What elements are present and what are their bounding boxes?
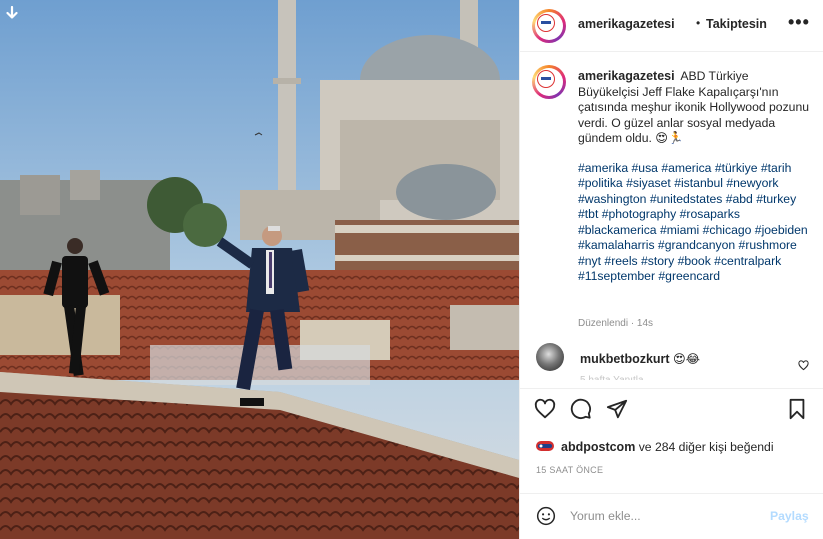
post-timestamp: 15 SAAT ÖNCE (536, 465, 604, 475)
caption: amerikagazetesi ABD Türkiye Büyükelçisi … (578, 69, 810, 285)
commenter-username[interactable]: mukbetbozkurt (580, 352, 670, 366)
download-arrow-icon[interactable] (5, 6, 19, 20)
comment-row: mukbetbozkurt 😍😂 5 hafta Yanıtla (520, 343, 823, 381)
share-paper-plane-icon[interactable] (606, 398, 628, 420)
rooftop-photo (0, 0, 519, 539)
likes-count-text[interactable]: ve 284 diğer kişi beğendi (639, 440, 774, 454)
more-options-icon[interactable]: ••• (788, 12, 810, 33)
post-comment-button[interactable]: Paylaş (770, 509, 809, 523)
profile-avatar[interactable] (532, 9, 566, 43)
liker-avatar-icon[interactable] (536, 439, 554, 453)
caption-avatar[interactable] (532, 65, 566, 99)
add-comment-bar: Paylaş (520, 493, 823, 539)
header-username[interactable]: amerikagazetesi (578, 17, 675, 31)
hashtags[interactable]: #amerika #usa #america #türkiye #tarih #… (578, 161, 810, 285)
comment-text: 😍😂 (672, 352, 700, 366)
comment-like-heart-icon[interactable] (798, 360, 809, 371)
comment-bubble-icon[interactable] (570, 398, 592, 420)
likes-summary: abdpostcom ve 284 diğer kişi beğendi (536, 437, 816, 457)
separator-dot: • (696, 16, 701, 30)
like-heart-icon[interactable] (534, 398, 556, 420)
save-bookmark-icon[interactable] (786, 398, 808, 420)
post-sidebar: amerikagazetesi • Takiptesin ••• amerika… (519, 0, 823, 539)
caption-username[interactable]: amerikagazetesi (578, 69, 675, 83)
post-header: amerikagazetesi • Takiptesin ••• (520, 0, 823, 52)
post-photo[interactable] (0, 0, 519, 539)
follow-status[interactable]: Takiptesin (706, 17, 767, 31)
caption-area: amerikagazetesi ABD Türkiye Büyükelçisi … (520, 53, 823, 391)
liker-username[interactable]: abdpostcom (561, 440, 635, 454)
emoji-smiley-icon[interactable] (536, 506, 556, 526)
edited-time: Düzenlendi · 14s (578, 318, 654, 329)
comment-input[interactable] (570, 506, 760, 526)
comment-meta: 5 hafta Yanıtla (580, 375, 644, 380)
commenter-avatar[interactable] (536, 343, 564, 371)
